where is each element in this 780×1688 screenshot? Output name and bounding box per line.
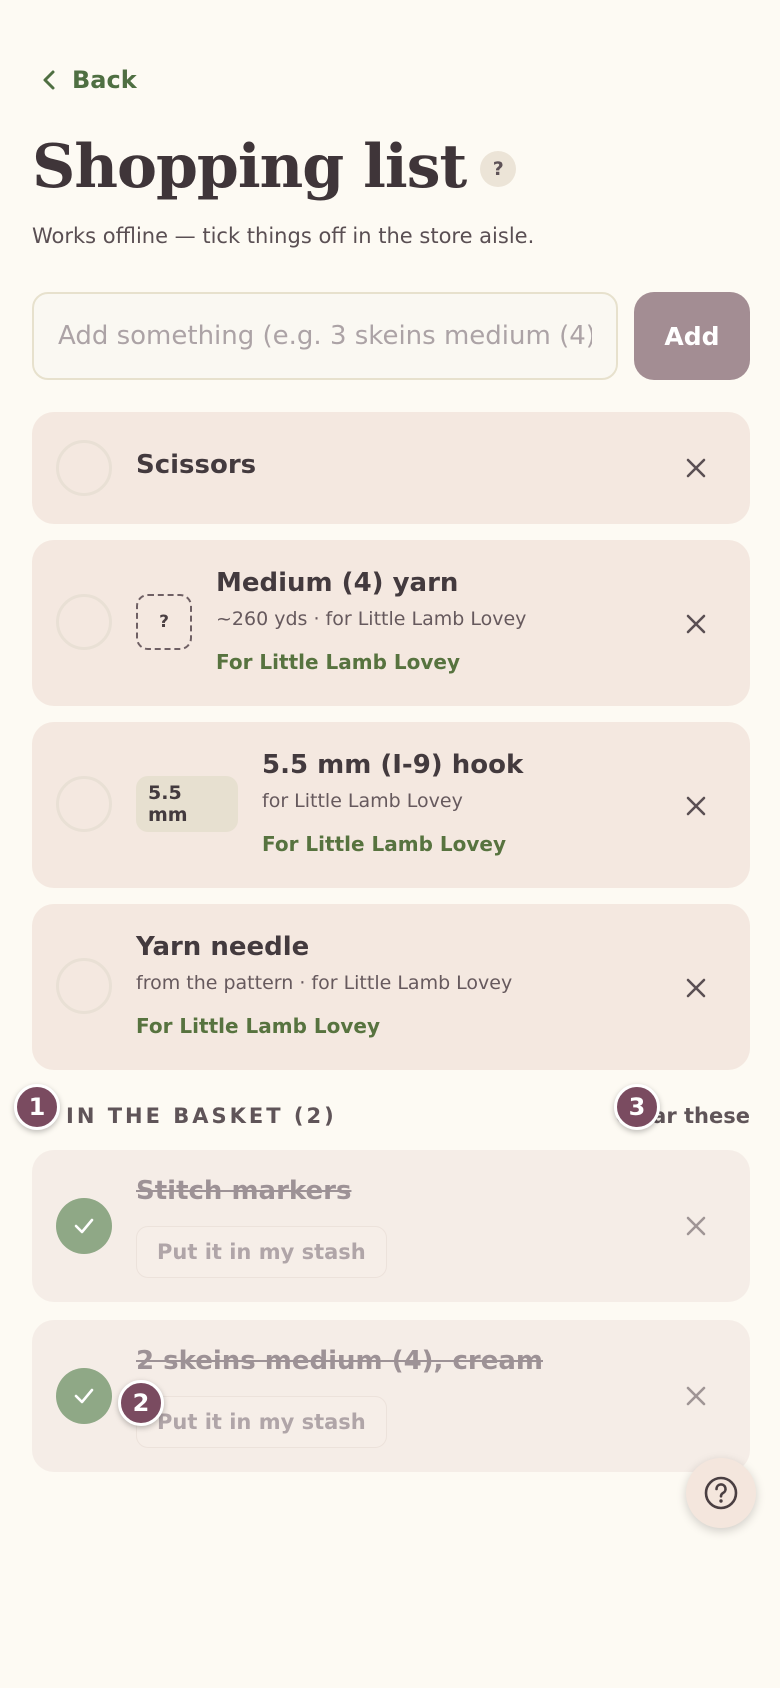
add-item-input[interactable] (32, 292, 618, 380)
item-name: Medium (4) yarn (216, 568, 459, 598)
page-title: Shopping list (32, 132, 467, 202)
item-name: 2 skeins medium (4), cream (136, 1346, 543, 1376)
item-for-project: For Little Lamb Lovey (216, 650, 461, 674)
item-name: Stitch markers (136, 1176, 352, 1206)
put-in-stash-button[interactable]: Put it in my stash (136, 1226, 387, 1278)
list-item: ? Medium (4) yarn ~260 yds · for Little … (32, 540, 750, 706)
back-button[interactable]: Back (40, 66, 137, 94)
item-name: 5.5 mm (I-9) hook (262, 750, 524, 780)
list-item: Yarn needle from the pattern · for Littl… (32, 904, 750, 1070)
put-in-stash-button[interactable]: Put it in my stash (136, 1396, 387, 1448)
unknown-thumbnail: ? (136, 594, 192, 650)
item-checkbox[interactable] (56, 776, 112, 832)
hook-size-chip: 5.5 mm (136, 776, 238, 832)
annotation-marker: 1 (14, 1084, 60, 1130)
close-icon (686, 1386, 706, 1406)
list-item: Scissors (32, 412, 750, 524)
help-fab-button[interactable] (686, 1458, 756, 1528)
close-icon (686, 458, 706, 478)
check-icon (74, 1218, 94, 1234)
remove-item-button[interactable] (682, 454, 710, 482)
item-checkbox[interactable] (56, 440, 112, 496)
item-meta: for Little Lamb Lovey (262, 790, 463, 812)
basket-item: Stitch markers Put it in my stash (32, 1150, 750, 1302)
remove-item-button[interactable] (682, 974, 710, 1002)
basket-heading: IN THE BASKET (2) (66, 1104, 337, 1128)
close-icon (686, 796, 706, 816)
item-checkbox-checked[interactable] (56, 1198, 112, 1254)
close-icon (686, 1216, 706, 1236)
add-button[interactable]: Add (634, 292, 750, 380)
shopping-list-page: Back Shopping list ? Works offline — tic… (32, 0, 750, 1688)
item-meta: ~260 yds · for Little Lamb Lovey (216, 608, 527, 630)
remove-item-button[interactable] (682, 1382, 710, 1410)
list-item: 5.5 mm 5.5 mm (I-9) hook for Little Lamb… (32, 722, 750, 888)
add-item-form: Add (32, 292, 750, 380)
item-for-project: For Little Lamb Lovey (136, 1014, 381, 1038)
annotation-marker: 3 (614, 1084, 660, 1130)
item-checkbox-checked[interactable] (56, 1368, 112, 1424)
item-name: Scissors (136, 450, 257, 480)
close-icon (686, 614, 706, 634)
annotation-marker: 2 (118, 1380, 164, 1426)
item-checkbox[interactable] (56, 958, 112, 1014)
remove-item-button[interactable] (682, 610, 710, 638)
back-label: Back (72, 66, 137, 94)
page-subtitle: Works offline — tick things off in the s… (32, 224, 535, 248)
remove-item-button[interactable] (682, 1212, 710, 1240)
item-for-project: For Little Lamb Lovey (262, 832, 507, 856)
item-checkbox[interactable] (56, 594, 112, 650)
question-circle-icon (704, 1476, 738, 1510)
item-name: Yarn needle (136, 932, 310, 962)
title-help-button[interactable]: ? (480, 151, 517, 187)
chevron-left-icon (43, 70, 55, 90)
item-meta: from the pattern · for Little Lamb Lovey (136, 972, 513, 994)
title-row: Shopping list ? (32, 132, 517, 202)
close-icon (686, 978, 706, 998)
remove-item-button[interactable] (682, 792, 710, 820)
check-icon (74, 1388, 94, 1404)
